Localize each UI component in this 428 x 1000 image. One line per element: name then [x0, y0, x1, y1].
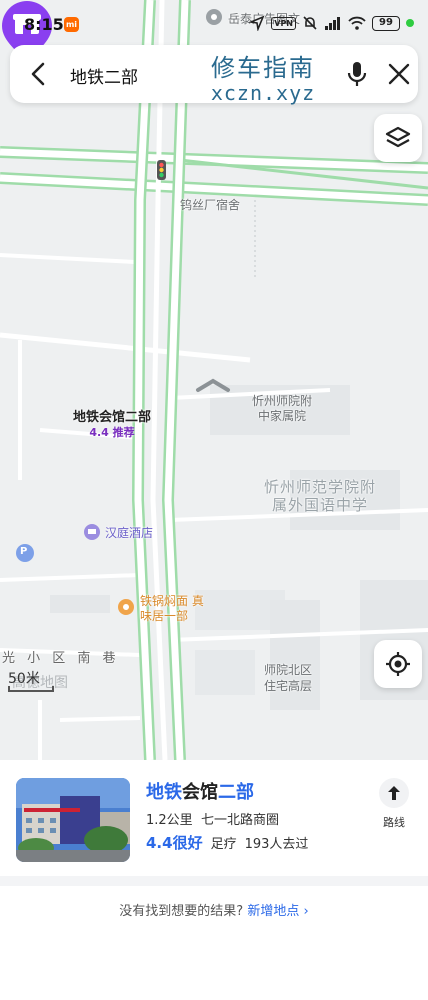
mute-bell-icon — [303, 16, 317, 30]
location-arrow-icon — [249, 15, 265, 31]
watermark-line1: 修车指南 — [211, 54, 315, 82]
map-label-dormitory[interactable]: 钨丝厂宿舍 — [180, 196, 240, 213]
poi-name-label[interactable]: 地铁会馆二部 — [40, 406, 184, 425]
result-distance: 1.2公里 — [146, 813, 193, 828]
map-label-residence[interactable]: 师院北区 住宅高层 — [264, 662, 312, 694]
locate-me-button[interactable] — [374, 640, 422, 688]
map-scale-label: 50米 — [8, 671, 40, 687]
status-bar: 8:15 mi VPN 99 — [0, 0, 428, 44]
map-label-school-annex-line2: 中家属院 — [258, 409, 307, 423]
parking-label: P — [20, 546, 28, 557]
layers-icon — [385, 126, 411, 148]
route-label: 路线 — [383, 816, 405, 829]
result-rating-row: 4.4很好 足疗 193人去过 — [146, 832, 308, 853]
map-label-school-annex[interactable]: 忻州师院附 中家属院 — [252, 394, 312, 424]
watermark-line2: xczn.xyz — [210, 81, 316, 105]
map-label-street: 光 小 区 南 巷 — [2, 651, 120, 666]
map-roads — [0, 0, 428, 760]
result-title-match1: 地铁 — [146, 782, 182, 803]
map-label-noodle-line2: 味居一部 — [140, 609, 189, 623]
result-title[interactable]: 地铁会馆二部 — [146, 778, 254, 804]
close-icon[interactable] — [384, 59, 414, 89]
vpn-icon: VPN — [271, 16, 296, 30]
map-building — [50, 595, 110, 613]
poi-rating-label: 4.4 推荐 — [89, 426, 135, 439]
status-icons: VPN 99 — [249, 15, 414, 31]
no-result-text: 没有找到想要的结果? — [119, 904, 244, 919]
map-label-hotel[interactable]: 汉庭酒店 — [105, 524, 153, 541]
map-label-noodle[interactable]: 铁锅焖面 真 味居一部 — [140, 594, 204, 624]
add-place-link[interactable]: 新增地点 › — [247, 904, 308, 919]
crosshair-icon — [386, 652, 410, 676]
result-meta: 1.2公里 七一北路商圈 — [146, 809, 279, 828]
results-sheet: 地铁会馆二部 1.2公里 七一北路商圈 4.4很好 足疗 193人去过 路线 没… — [0, 760, 428, 1000]
route-button[interactable]: 路线 — [374, 778, 414, 840]
battery-icon: 99 — [372, 15, 400, 31]
chevron-right-icon: › — [303, 904, 309, 919]
back-arrow-icon[interactable] — [24, 59, 54, 89]
no-result-row: 没有找到想要的结果? 新增地点 › — [0, 900, 428, 919]
map-canvas[interactable]: 岳泰广告图文 钨丝厂宿舍 忻州师院附 中家属院 忻州师范学院附 属外国语中学 汉… — [0, 0, 428, 760]
section-divider — [0, 876, 428, 886]
map-label-school-annex-line1: 忻州师院附 — [252, 394, 313, 408]
route-arrow-icon — [388, 786, 400, 800]
map-label-school-big-line1: 忻州师范学院附 — [264, 478, 377, 496]
result-card[interactable]: 地铁会馆二部 1.2公里 七一北路商圈 4.4很好 足疗 193人去过 路线 — [0, 760, 428, 876]
status-time: 8:15 — [24, 15, 64, 34]
search-input[interactable]: 地铁二部 — [70, 63, 138, 88]
map-building — [195, 650, 255, 695]
map-label-residence-line2: 住宅高层 — [264, 679, 313, 693]
route-icon-wrap — [379, 778, 409, 808]
map-label-noodle-line1: 铁锅焖面 真 — [140, 594, 204, 608]
signal-icon — [325, 17, 340, 30]
result-visits: 193人去过 — [244, 837, 309, 852]
add-place-label: 新增地点 — [247, 904, 300, 919]
result-thumbnail-image[interactable] — [16, 778, 130, 862]
map-label-school-big[interactable]: 忻州师范学院附 属外国语中学 — [264, 478, 376, 514]
watermark-logo: 修车指南 xczn.xyz — [198, 54, 328, 104]
layers-button[interactable] — [374, 114, 422, 162]
map-label-residence-line1: 师院北区 — [264, 663, 313, 677]
result-title-middle: 会馆 — [182, 782, 218, 803]
microphone-icon[interactable] — [342, 59, 372, 89]
result-category: 足疗 — [210, 837, 237, 852]
result-rating: 4.4很好 — [146, 834, 203, 852]
map-scale-bar — [8, 686, 54, 692]
result-address: 七一北路商圈 — [200, 813, 279, 828]
map-label-school-big-line2: 属外国语中学 — [272, 496, 369, 514]
status-dot-icon — [406, 19, 414, 27]
mi-app-icon: mi — [64, 17, 79, 32]
wifi-icon — [348, 16, 366, 30]
result-title-match2: 二部 — [218, 782, 254, 803]
